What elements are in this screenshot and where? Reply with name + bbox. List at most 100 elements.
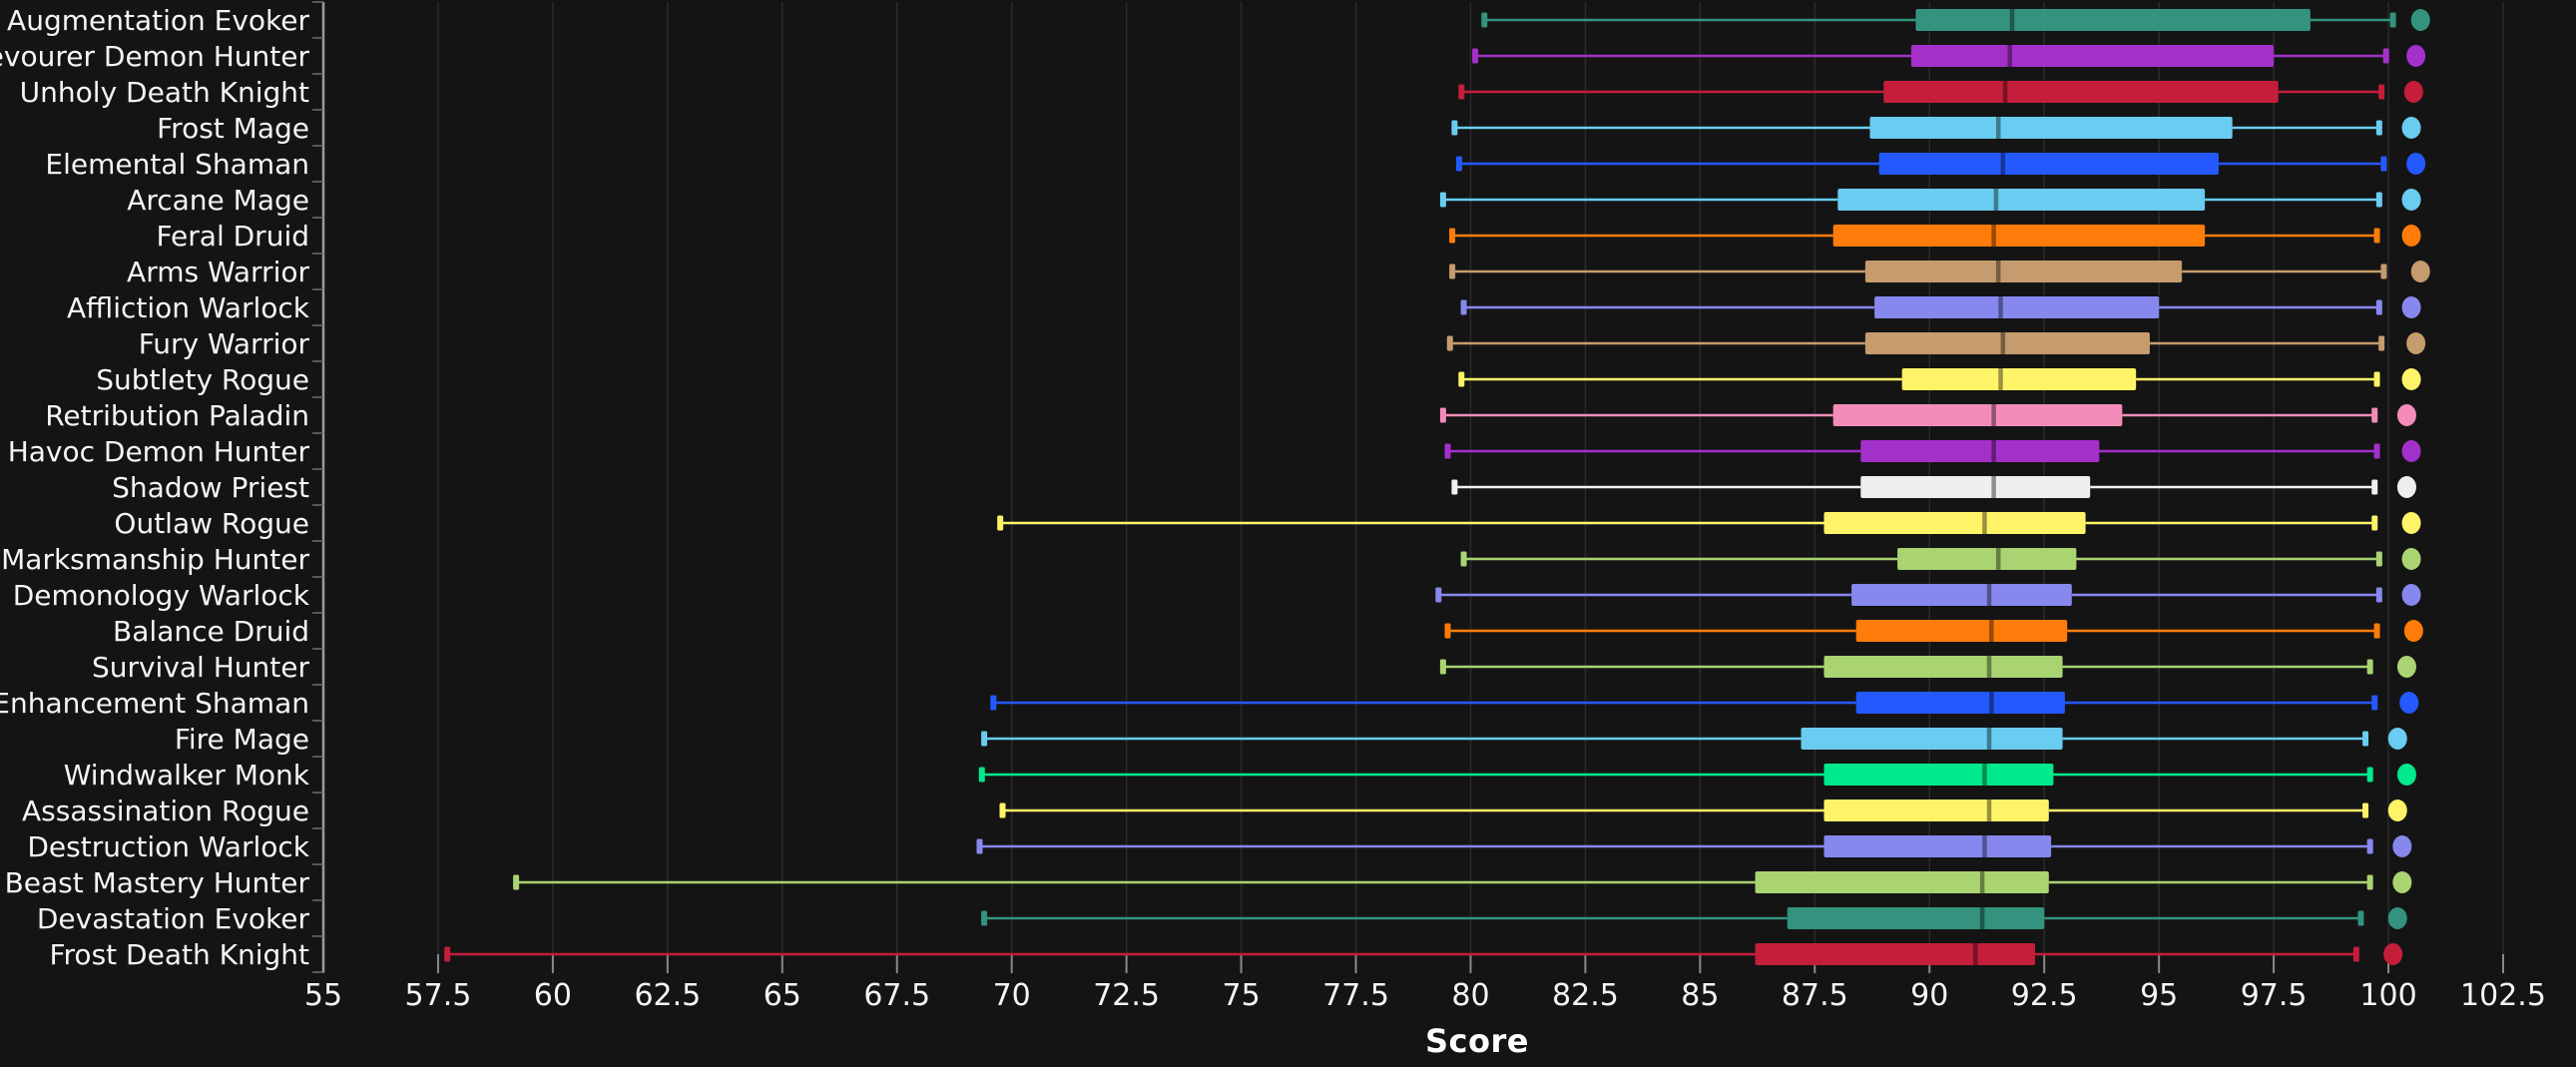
iqr-box[interactable] bbox=[1860, 476, 2090, 498]
iqr-box[interactable] bbox=[1788, 907, 2044, 929]
max-point[interactable] bbox=[2406, 45, 2425, 67]
max-point[interactable] bbox=[2397, 404, 2416, 426]
median-line bbox=[1991, 404, 1996, 426]
whisker-cap-high bbox=[2367, 768, 2373, 783]
iqr-box[interactable] bbox=[1856, 620, 2068, 642]
x-tick-label-57.5: 57.5 bbox=[405, 978, 472, 1013]
whisker-cap-high bbox=[2374, 372, 2380, 387]
category-label-frost-mage: Frost Mage bbox=[157, 112, 309, 145]
category-label-retribution-paladin: Retribution Paladin bbox=[45, 399, 309, 432]
x-tick-label-100: 100 bbox=[2359, 978, 2416, 1013]
iqr-box[interactable] bbox=[1833, 225, 2205, 247]
whisker-cap-low bbox=[1456, 157, 1462, 172]
max-point[interactable] bbox=[2392, 835, 2411, 857]
max-point[interactable] bbox=[2406, 332, 2425, 354]
iqr-box[interactable] bbox=[1824, 656, 2063, 678]
whisker-cap-high bbox=[2371, 408, 2377, 423]
iqr-box[interactable] bbox=[1883, 81, 2278, 103]
whisker-cap-low bbox=[1440, 193, 1446, 208]
max-point[interactable] bbox=[2404, 81, 2423, 103]
whisker-cap-low bbox=[1461, 552, 1467, 567]
median-line bbox=[2001, 332, 2006, 354]
max-point[interactable] bbox=[2404, 620, 2423, 642]
median-line bbox=[1987, 800, 1992, 821]
iqr-box[interactable] bbox=[1824, 835, 2052, 857]
iqr-box[interactable] bbox=[1837, 189, 2205, 211]
median-line bbox=[2010, 9, 2015, 31]
x-tick-label-85: 85 bbox=[1681, 978, 1719, 1013]
dps-score-boxplot-chart: 5557.56062.56567.57072.57577.58082.58587… bbox=[0, 0, 2576, 1067]
category-label-balance-druid: Balance Druid bbox=[113, 615, 309, 648]
x-axis-title: Score bbox=[1397, 1022, 1557, 1060]
whisker-cap-low bbox=[1449, 265, 1455, 279]
max-point[interactable] bbox=[2392, 871, 2411, 893]
max-point[interactable] bbox=[2402, 117, 2421, 139]
whisker-cap-high bbox=[2390, 13, 2396, 28]
max-point[interactable] bbox=[2397, 476, 2416, 498]
max-point[interactable] bbox=[2388, 907, 2407, 929]
whisker-cap-high bbox=[2367, 660, 2373, 675]
max-point[interactable] bbox=[2388, 728, 2407, 750]
iqr-box[interactable] bbox=[1897, 548, 2076, 570]
max-point[interactable] bbox=[2397, 656, 2416, 678]
x-tick-label-60: 60 bbox=[534, 978, 572, 1013]
max-point[interactable] bbox=[2399, 692, 2418, 714]
iqr-box[interactable] bbox=[1802, 728, 2063, 750]
iqr-box[interactable] bbox=[1911, 45, 2274, 67]
iqr-box[interactable] bbox=[1865, 332, 2150, 354]
max-point[interactable] bbox=[2402, 368, 2421, 390]
max-point[interactable] bbox=[2406, 153, 2425, 175]
max-point[interactable] bbox=[2411, 261, 2430, 282]
iqr-box[interactable] bbox=[1902, 368, 2136, 390]
max-point[interactable] bbox=[2402, 225, 2421, 247]
iqr-box[interactable] bbox=[1856, 692, 2065, 714]
whisker-cap-high bbox=[2367, 875, 2373, 890]
max-point[interactable] bbox=[2402, 189, 2421, 211]
iqr-box[interactable] bbox=[1860, 440, 2099, 462]
iqr-box[interactable] bbox=[1879, 153, 2219, 175]
whisker-cap-high bbox=[2371, 480, 2377, 495]
whisker-cap-low bbox=[1440, 660, 1446, 675]
whisker-cap-high bbox=[2376, 121, 2382, 136]
whisker-cap-high bbox=[2376, 552, 2382, 567]
iqr-box[interactable] bbox=[1824, 512, 2086, 534]
category-label-feral-druid: Feral Druid bbox=[156, 220, 309, 253]
max-point[interactable] bbox=[2397, 764, 2416, 786]
whisker-cap-low bbox=[990, 696, 996, 711]
iqr-box[interactable] bbox=[1824, 800, 2049, 821]
iqr-box[interactable] bbox=[1874, 296, 2159, 318]
category-label-assassination-rogue: Assassination Rogue bbox=[22, 795, 309, 827]
median-line bbox=[1982, 764, 1987, 786]
median-line bbox=[1996, 261, 2001, 282]
iqr-box[interactable] bbox=[1865, 261, 2182, 282]
max-point[interactable] bbox=[2402, 440, 2421, 462]
max-point[interactable] bbox=[2388, 800, 2407, 821]
category-label-fury-warrior: Fury Warrior bbox=[139, 327, 310, 360]
whisker-cap-low bbox=[1458, 85, 1464, 100]
iqr-box[interactable] bbox=[1824, 764, 2054, 786]
max-point[interactable] bbox=[2402, 548, 2421, 570]
category-label-outlaw-rogue: Outlaw Rogue bbox=[114, 507, 309, 540]
whisker-cap-high bbox=[2367, 839, 2373, 854]
whisker-cap-high bbox=[2376, 193, 2382, 208]
whisker-cap-high bbox=[2371, 696, 2377, 711]
iqr-box[interactable] bbox=[1756, 871, 2049, 893]
x-tick-label-97.5: 97.5 bbox=[2241, 978, 2308, 1013]
max-point[interactable] bbox=[2402, 512, 2421, 534]
whisker-cap-low bbox=[444, 947, 450, 962]
x-tick-label-77.5: 77.5 bbox=[1322, 978, 1389, 1013]
max-point[interactable] bbox=[2402, 584, 2421, 606]
iqr-box[interactable] bbox=[1833, 404, 2123, 426]
max-point[interactable] bbox=[2383, 943, 2402, 965]
median-line bbox=[1987, 584, 1992, 606]
median-line bbox=[1991, 476, 1996, 498]
iqr-box[interactable] bbox=[1915, 9, 2310, 31]
iqr-box[interactable] bbox=[1851, 584, 2072, 606]
iqr-box[interactable] bbox=[1756, 943, 2035, 965]
max-point[interactable] bbox=[2411, 9, 2430, 31]
iqr-box[interactable] bbox=[1869, 117, 2232, 139]
x-tick-label-82.5: 82.5 bbox=[1552, 978, 1619, 1013]
max-point[interactable] bbox=[2402, 296, 2421, 318]
x-tick-label-80: 80 bbox=[1451, 978, 1489, 1013]
x-tick-label-92.5: 92.5 bbox=[2011, 978, 2078, 1013]
